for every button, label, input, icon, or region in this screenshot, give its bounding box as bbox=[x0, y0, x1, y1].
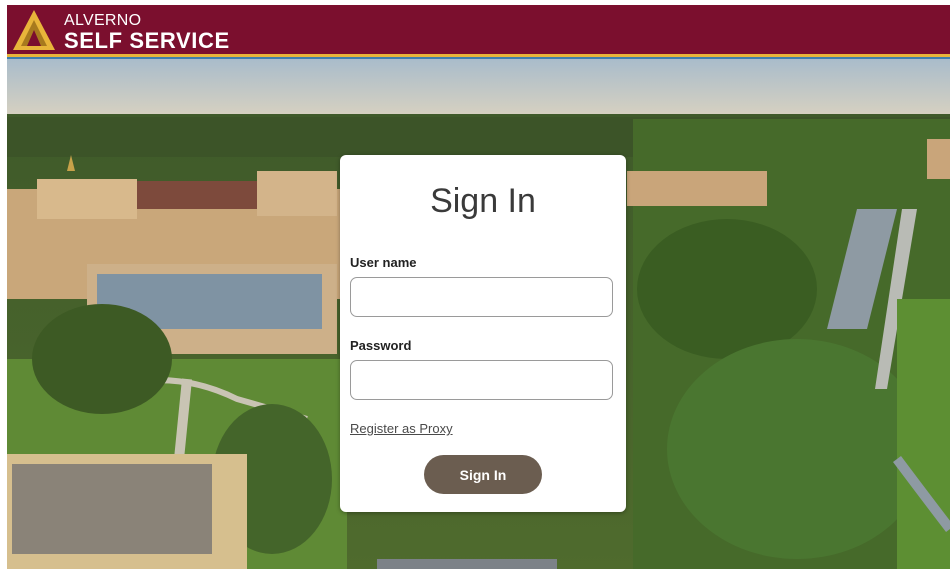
brand-name: ALVERNO bbox=[64, 12, 142, 29]
username-label: User name bbox=[350, 255, 417, 270]
alverno-logo-icon[interactable] bbox=[11, 8, 57, 52]
signin-title: Sign In bbox=[430, 182, 536, 220]
header-blue-stripe bbox=[7, 57, 950, 59]
register-proxy-link[interactable]: Register as Proxy bbox=[350, 421, 453, 436]
site-header: ALVERNO SELF SERVICE bbox=[7, 5, 950, 54]
brand-subtitle: SELF SERVICE bbox=[64, 28, 230, 53]
password-label: Password bbox=[350, 338, 412, 353]
username-input[interactable] bbox=[350, 277, 613, 317]
password-input[interactable] bbox=[350, 360, 613, 400]
signin-button[interactable]: Sign In bbox=[424, 455, 542, 494]
